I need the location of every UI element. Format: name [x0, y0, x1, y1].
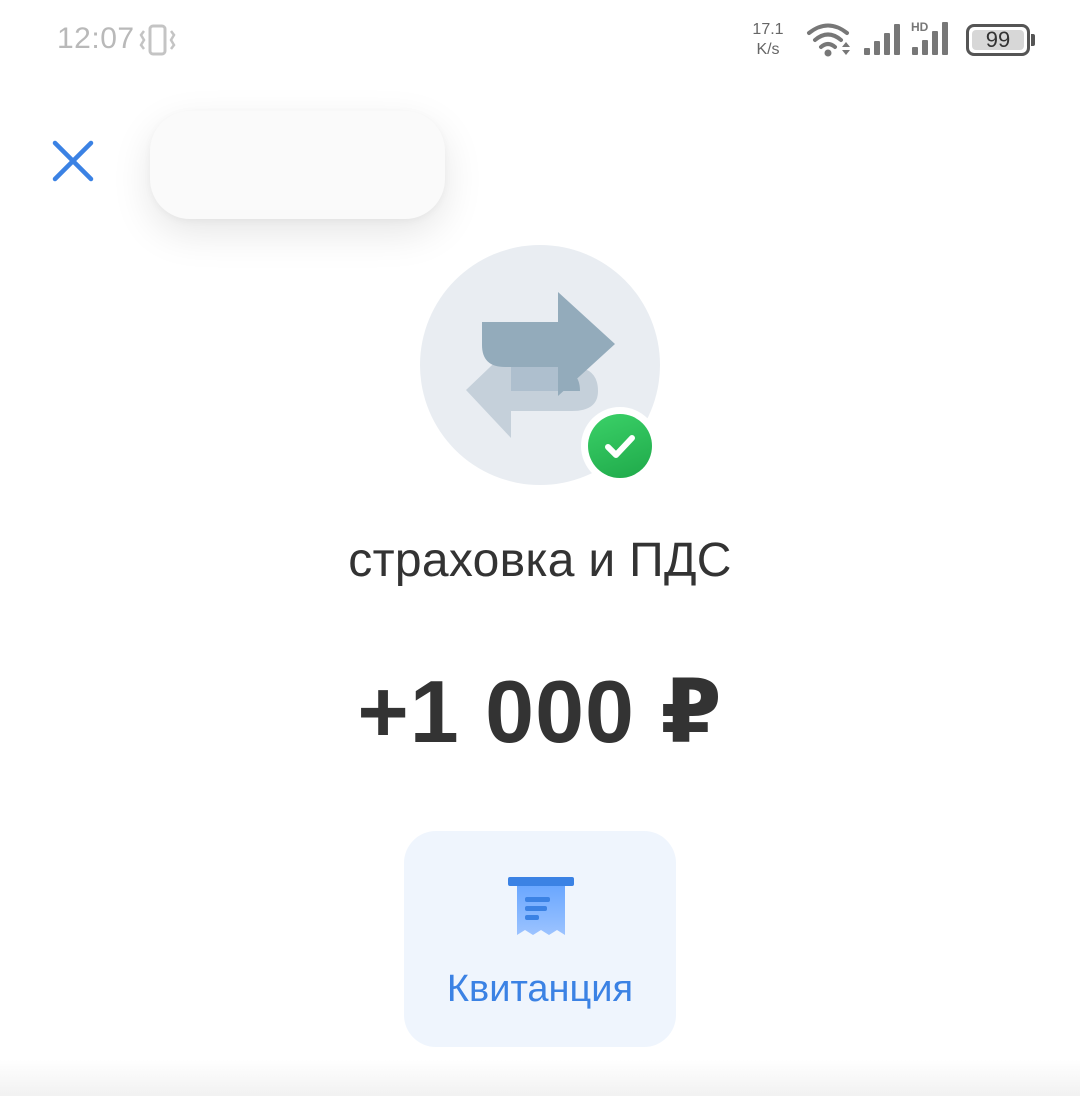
vibrate-icon	[139, 24, 176, 56]
network-speed-value: 17.1	[752, 21, 784, 38]
receipt-label: Квитанция	[446, 968, 634, 1010]
battery-level: 99	[985, 27, 1011, 52]
signal-bars-icon: HD	[911, 20, 948, 55]
wifi-icon	[807, 23, 850, 57]
receipt-button[interactable]: Квитанция	[404, 831, 676, 1047]
transaction-amount: +1 000 ₽	[357, 662, 723, 761]
check-icon	[605, 435, 635, 458]
battery-icon: 99	[966, 24, 1035, 56]
transaction-title: страховка и ПДС	[348, 534, 732, 587]
status-time: 12:07	[57, 22, 135, 55]
signal-icon	[864, 24, 900, 55]
header-title-pill	[150, 111, 445, 219]
receipt-icon	[508, 877, 574, 935]
status-bar: 12:07 17.1 K/s HD 99	[0, 0, 1080, 80]
close-button[interactable]	[44, 132, 102, 190]
battery-tip	[1031, 34, 1035, 46]
bottom-sheet-edge	[0, 1060, 1080, 1096]
network-speed: 17.1 K/s	[748, 20, 788, 60]
signal-hd-icon: HD	[910, 20, 952, 56]
network-type-label: HD	[911, 20, 929, 34]
close-icon	[52, 140, 94, 182]
success-badge	[581, 407, 659, 485]
network-speed-unit: K/s	[756, 41, 780, 58]
success-badge-circle	[588, 414, 652, 478]
